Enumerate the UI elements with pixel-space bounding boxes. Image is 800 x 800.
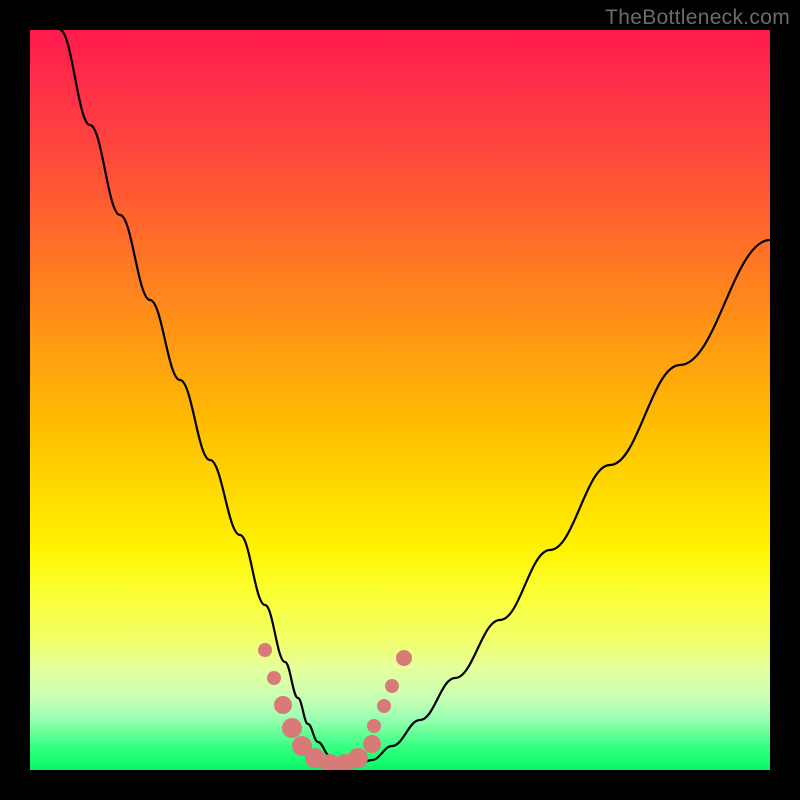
curve-svg xyxy=(30,30,770,770)
highlight-dot xyxy=(348,748,368,768)
bottleneck-curve xyxy=(60,30,770,766)
plot-area xyxy=(30,30,770,770)
chart-frame: TheBottleneck.com xyxy=(0,0,800,800)
highlight-dot xyxy=(385,679,399,693)
highlight-dot xyxy=(396,650,412,666)
highlight-dot xyxy=(267,671,281,685)
highlight-dot xyxy=(377,699,391,713)
highlight-dot xyxy=(258,643,272,657)
highlight-dot xyxy=(282,718,302,738)
watermark-text: TheBottleneck.com xyxy=(605,6,790,30)
highlight-dots xyxy=(258,643,412,770)
highlight-dot xyxy=(274,696,292,714)
highlight-dot xyxy=(363,735,381,753)
highlight-dot xyxy=(367,719,381,733)
